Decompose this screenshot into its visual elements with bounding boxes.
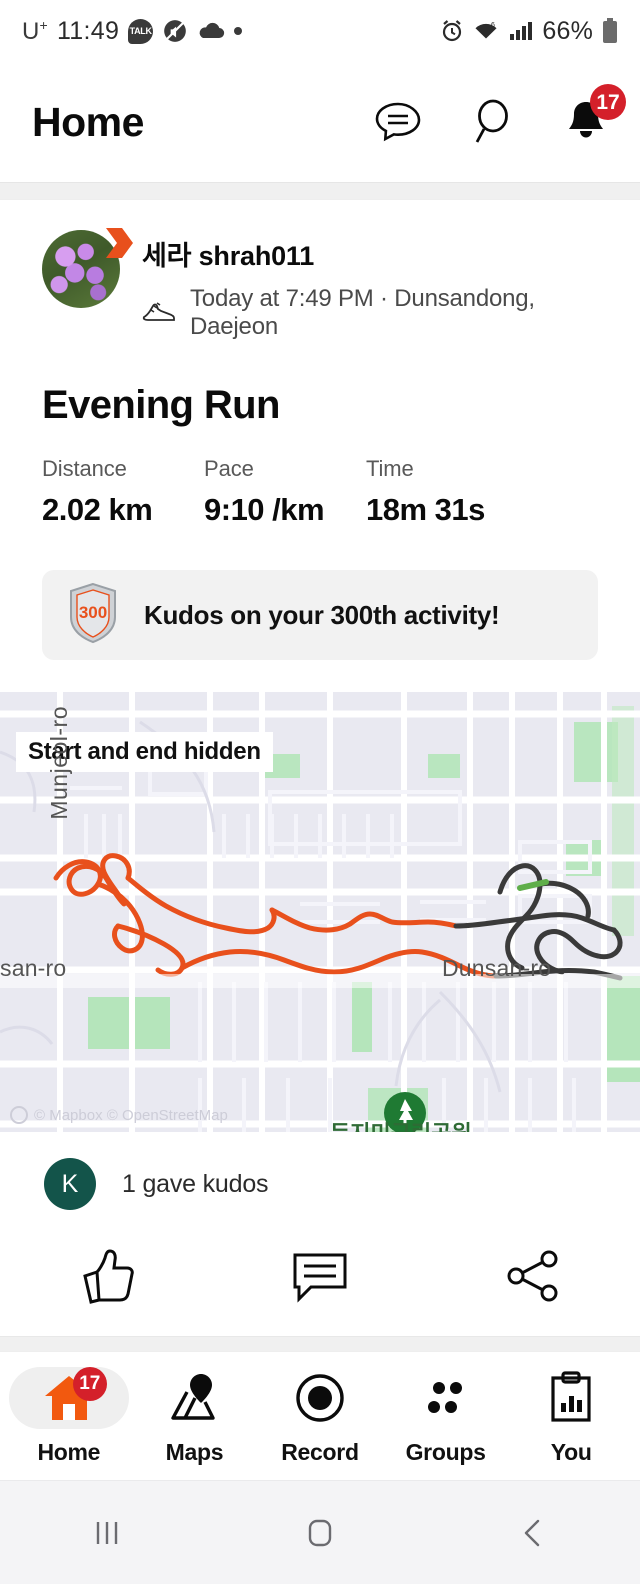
activity-subtitle: Today at 7:49 PM · Dunsandong, Daejeon — [190, 285, 535, 340]
chat-bubble-icon[interactable] — [374, 98, 422, 146]
home-square-icon — [308, 1519, 332, 1546]
status-bar-right: 6 66% — [440, 17, 618, 46]
activity-title[interactable]: Evening Run — [0, 341, 640, 428]
section-divider — [0, 182, 640, 200]
achievement-badge-icon: 300 — [66, 582, 120, 649]
search-icon[interactable] — [468, 98, 516, 146]
stat-time: Time 18m 31s — [366, 456, 485, 528]
nav-label-home: Home — [37, 1438, 101, 1465]
map-attribution: © Mapbox © OpenStreetMap — [10, 1106, 228, 1124]
battery-icon — [602, 18, 618, 44]
nav-label-record: Record — [281, 1438, 359, 1465]
street-label-dunsan-ro: Dunsan-ro — [442, 955, 552, 981]
nav-icon-wrap-groups[interactable] — [386, 1367, 506, 1429]
nav-icon-wrap-record[interactable] — [260, 1367, 380, 1429]
bottom-navigation: 17 Home Maps Record Groups You — [0, 1352, 640, 1480]
activity-stats: Distance 2.02 km Pace 9:10 /km Time 18m … — [0, 428, 640, 528]
nav-icon-wrap-you[interactable] — [511, 1367, 631, 1429]
nav-label-maps: Maps — [165, 1438, 224, 1465]
stat-label: Pace — [204, 456, 254, 481]
status-bar-left: U+ 11:49 TALK — [22, 16, 243, 46]
nav-item-home[interactable]: 17 Home — [6, 1366, 132, 1466]
stat-label: Time — [366, 456, 414, 481]
nav-item-maps[interactable]: Maps — [132, 1367, 258, 1466]
android-navigation-bar — [0, 1480, 640, 1584]
street-label-munjeol-ro: Munjeol-ro — [46, 706, 72, 820]
achievement-text: Kudos on your 300th activity! — [144, 599, 500, 630]
page-title: Home — [32, 98, 144, 145]
svg-text:6: 6 — [491, 22, 495, 29]
status-time: 11:49 — [56, 16, 120, 45]
mapbox-logo-icon — [10, 1106, 28, 1124]
athlete-row[interactable]: 세라 shrah011 Today at 7:49 PM · Dunsandon… — [0, 228, 640, 341]
athlete-name[interactable]: 세라 shrah011 — [142, 234, 598, 273]
running-shoe-icon — [142, 298, 176, 329]
comment-button[interactable] — [213, 1246, 426, 1306]
nav-label-you: You — [550, 1438, 592, 1465]
dot-icon — [234, 27, 243, 35]
notification-badge: 17 — [590, 84, 626, 120]
android-home-button[interactable] — [213, 1515, 426, 1551]
svg-text:300: 300 — [79, 603, 107, 622]
stat-label: Distance — [42, 456, 127, 481]
record-icon — [296, 1373, 344, 1422]
home-badge: 17 — [72, 1366, 107, 1401]
signal-icon — [509, 21, 533, 41]
street-label-san-ro: san-ro — [0, 955, 67, 981]
share-button[interactable] — [427, 1246, 640, 1306]
header-actions: 17 — [374, 84, 626, 146]
groups-icon — [427, 1381, 462, 1413]
mute-icon — [162, 18, 188, 44]
back-icon — [525, 1519, 540, 1546]
kudos-avatar[interactable]: K — [44, 1158, 96, 1210]
athlete-meta: Today at 7:49 PM · Dunsandong, Daejeon — [142, 285, 598, 341]
app-header: Home 17 — [0, 62, 640, 182]
kakaotalk-icon: TALK — [128, 18, 154, 44]
android-back-button[interactable] — [427, 1516, 640, 1550]
status-bar: U+ 11:49 TALK 6 66% — [0, 0, 640, 62]
kudos-row[interactable]: K 1 gave kudos — [0, 1132, 640, 1210]
android-recents-button[interactable] — [0, 1516, 213, 1550]
activity-card: 세라 shrah011 Today at 7:49 PM · Dunsandon… — [0, 200, 640, 1336]
alarm-icon — [440, 19, 464, 43]
nav-icon-wrap-maps[interactable] — [134, 1367, 254, 1429]
athlete-text: 세라 shrah011 Today at 7:49 PM · Dunsandon… — [142, 230, 598, 341]
map-pin-icon — [171, 1373, 216, 1420]
battery-percent-label: 66% — [542, 16, 593, 45]
park-poi-label: 둔지미근린공원 — [330, 1116, 472, 1132]
map-attribution-text: © Mapbox © OpenStreetMap — [34, 1106, 228, 1124]
stat-pace: Pace 9:10 /km — [204, 456, 366, 528]
activity-actions — [0, 1210, 640, 1336]
kudos-button[interactable] — [0, 1246, 213, 1306]
clipboard-chart-icon — [551, 1370, 591, 1422]
recents-icon — [96, 1521, 117, 1544]
nav-label-groups: Groups — [405, 1438, 486, 1465]
stat-distance: Distance 2.02 km — [42, 456, 204, 528]
cloud-icon — [197, 21, 225, 41]
nav-icon-wrap-home[interactable]: 17 — [8, 1366, 129, 1429]
bell-icon[interactable]: 17 — [562, 84, 626, 146]
bottom-section-divider — [0, 1336, 640, 1352]
chevron-badge-icon — [106, 228, 133, 258]
stat-value: 2.02 km — [42, 492, 153, 527]
carrier-label: U+ — [22, 16, 48, 45]
nav-item-groups[interactable]: Groups — [383, 1367, 509, 1466]
avatar-wrap[interactable] — [42, 228, 133, 308]
activity-map[interactable]: Start and end hidden Munjeol-ro san-ro D… — [0, 692, 640, 1132]
stat-value: 9:10 /km — [204, 492, 325, 527]
wifi-icon: 6 — [473, 20, 500, 42]
nav-item-you[interactable]: You — [508, 1367, 634, 1466]
nav-item-record[interactable]: Record — [257, 1367, 383, 1466]
kudos-text[interactable]: 1 gave kudos — [122, 1170, 269, 1199]
achievement-banner[interactable]: 300 Kudos on your 300th activity! — [42, 570, 598, 660]
stat-value: 18m 31s — [366, 492, 485, 527]
